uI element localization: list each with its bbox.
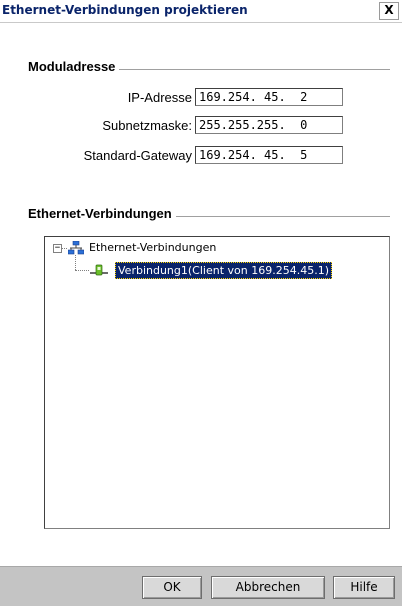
subnet-mask-label: Subnetzmaske:: [102, 118, 192, 133]
connection-icon: [90, 264, 108, 276]
gateway-label: Standard-Gateway: [83, 148, 192, 163]
tree-root-label[interactable]: Ethernet-Verbindungen: [89, 240, 216, 255]
tree-connector: [62, 248, 67, 249]
title-bar: Ethernet-Verbindungen projektieren X: [0, 0, 402, 23]
ok-button[interactable]: OK: [142, 576, 202, 599]
window-title: Ethernet-Verbindungen projektieren: [2, 3, 248, 17]
ip-address-label: IP-Adresse: [127, 90, 192, 105]
close-button[interactable]: X: [379, 2, 399, 20]
tree-connector: [75, 270, 89, 271]
subnet-mask-input[interactable]: 255.255.255. 0: [195, 116, 343, 134]
gateway-input[interactable]: 169.254. 45. 5: [195, 146, 343, 164]
help-button[interactable]: Hilfe: [333, 576, 395, 599]
network-icon: [68, 241, 84, 255]
connections-tree[interactable]: − Ethernet-Verbindungen Verbindung1(Clie…: [44, 236, 390, 529]
moduladresse-title: Moduladresse: [28, 59, 120, 74]
verbindungen-title: Ethernet-Verbindungen: [28, 206, 176, 221]
tree-connector: [75, 255, 76, 270]
cancel-button[interactable]: Abbrechen: [211, 576, 325, 599]
ip-address-input[interactable]: 169.254. 45. 2: [195, 88, 343, 106]
tree-connection-item[interactable]: Verbindung1(Client von 169.254.45.1): [115, 262, 332, 279]
tree-collapse-toggle[interactable]: −: [53, 244, 62, 253]
button-bar: OK Abbrechen Hilfe: [0, 566, 402, 606]
